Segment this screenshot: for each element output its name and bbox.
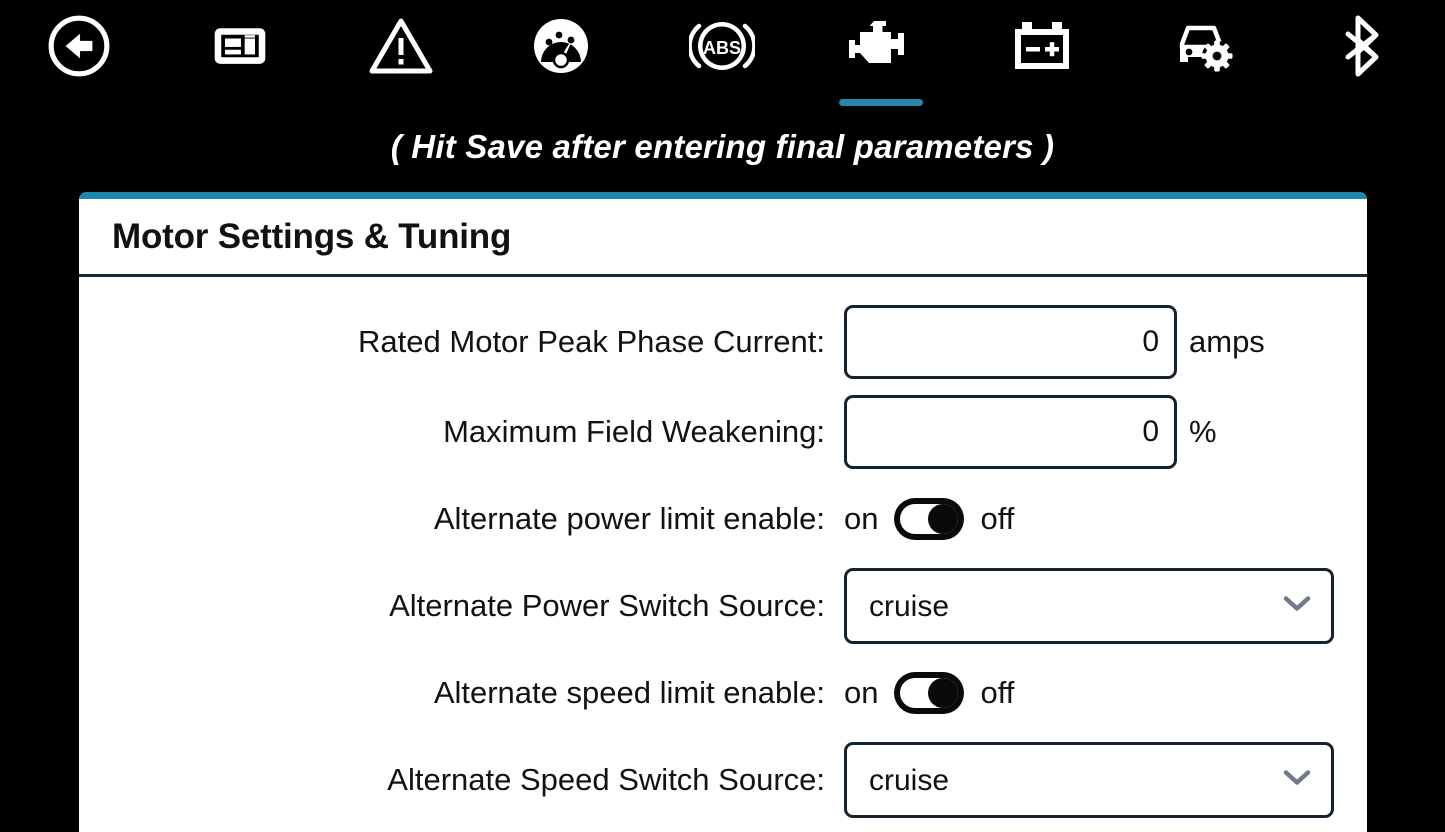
toggle-on-label-speed-limit: on: [844, 675, 879, 710]
card-body: Rated Motor Peak Phase Current: amps Max…: [79, 277, 1367, 825]
alternate-power-switch-source-select[interactable]: cruise: [844, 568, 1334, 644]
rated-motor-peak-phase-current-input[interactable]: [844, 305, 1177, 379]
field-alternate-speed-switch-source: cruise: [844, 742, 1334, 818]
field-maximum-field-weakening: %: [844, 395, 1217, 469]
page-title: Motor Settings & Tuning: [112, 216, 512, 256]
unit-percent: %: [1189, 414, 1217, 449]
field-alternate-power-limit-enable: on off: [844, 498, 1014, 540]
warning-triangle-icon: [369, 0, 433, 92]
nav-item-back[interactable]: [19, 0, 139, 112]
toggle-on-label-power-limit: on: [844, 501, 879, 536]
nav-item-battery[interactable]: [982, 0, 1102, 112]
field-alternate-speed-limit-enable: on off: [844, 672, 1014, 714]
nav-item-warnings[interactable]: [341, 0, 461, 112]
back-arrow-circle-icon: [46, 0, 112, 92]
form-row-alternate-power-limit-enable: Alternate power limit enable: on off: [79, 477, 1367, 561]
nav-item-speed[interactable]: [501, 0, 621, 112]
form-row-rated-motor-peak-phase-current: Rated Motor Peak Phase Current: amps: [79, 297, 1367, 387]
battery-icon: [1010, 0, 1074, 92]
field-alternate-power-switch-source: cruise: [844, 568, 1334, 644]
toggle-knob: [928, 504, 959, 534]
speedometer-gauge-icon: [529, 0, 593, 92]
abs-brake-icon: ABS: [689, 0, 755, 92]
top-icon-nav: ABS: [0, 0, 1445, 112]
label-alternate-speed-limit-enable: Alternate speed limit enable:: [433, 675, 825, 710]
bluetooth-icon: [1340, 0, 1390, 92]
toggle-off-label-speed-limit: off: [980, 675, 1015, 710]
card-header: Motor Settings & Tuning: [79, 199, 1367, 277]
label-maximum-field-weakening: Maximum Field Weakening:: [443, 414, 825, 449]
toggle-knob: [928, 678, 959, 708]
label-alternate-power-limit-enable: Alternate power limit enable:: [433, 501, 825, 536]
unit-amps: amps: [1189, 324, 1265, 359]
alternate-speed-limit-toggle[interactable]: [894, 672, 965, 714]
toggle-off-label-power-limit: off: [980, 501, 1015, 536]
toggle-track: [900, 678, 959, 708]
field-rated-motor-peak-phase-current: amps: [844, 305, 1265, 379]
label-alternate-speed-switch-source: Alternate Speed Switch Source:: [387, 762, 825, 797]
label-alternate-power-switch-source: Alternate Power Switch Source:: [389, 588, 825, 623]
nav-item-dashboard[interactable]: [180, 0, 300, 112]
car-gear-icon: [1172, 0, 1238, 92]
instruction-subtitle: ( Hit Save after entering final paramete…: [390, 128, 1055, 165]
form-row-alternate-speed-limit-enable: Alternate speed limit enable: on off: [79, 651, 1367, 735]
form-row-maximum-field-weakening: Maximum Field Weakening: %: [79, 387, 1367, 477]
active-tab-indicator: [839, 99, 923, 106]
alternate-power-limit-toggle[interactable]: [894, 498, 965, 540]
dashboard-layout-icon: [210, 0, 270, 92]
form-row-alternate-power-switch-source: Alternate Power Switch Source: cruise: [79, 561, 1367, 651]
form-row-alternate-speed-switch-source: Alternate Speed Switch Source: cruise: [79, 735, 1367, 825]
alternate-speed-switch-source-select[interactable]: cruise: [844, 742, 1334, 818]
label-rated-motor-peak-phase-current: Rated Motor Peak Phase Current:: [358, 324, 825, 359]
motor-settings-card: Motor Settings & Tuning Rated Motor Peak…: [79, 192, 1367, 832]
nav-item-vehicle-settings[interactable]: [1145, 0, 1265, 112]
nav-item-motor[interactable]: [821, 0, 941, 112]
maximum-field-weakening-input[interactable]: [844, 395, 1177, 469]
svg-text:ABS: ABS: [703, 38, 741, 58]
nav-item-abs[interactable]: ABS: [662, 0, 782, 112]
check-engine-icon: [848, 0, 914, 92]
nav-item-bluetooth[interactable]: [1305, 0, 1425, 112]
toggle-track: [900, 504, 959, 534]
